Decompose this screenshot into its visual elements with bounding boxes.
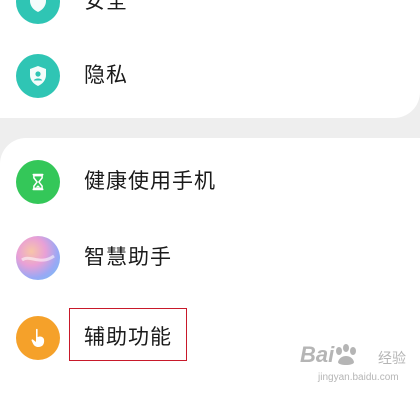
settings-item-label: 智慧助手 bbox=[84, 245, 172, 269]
security-icon bbox=[16, 0, 60, 24]
settings-item-security[interactable]: 安全 bbox=[0, 0, 420, 30]
settings-item-label: 安全 bbox=[84, 0, 128, 13]
watermark: Bai 经验 jingyan.baidu.com bbox=[300, 342, 410, 392]
privacy-shield-icon bbox=[16, 54, 60, 98]
hourglass-icon bbox=[16, 160, 60, 204]
settings-item-label: 辅助功能 bbox=[84, 325, 172, 349]
accessibility-hand-icon bbox=[16, 316, 60, 360]
settings-item-digital-balance[interactable]: 健康使用手机 bbox=[0, 154, 420, 210]
settings-item-privacy[interactable]: 隐私 bbox=[0, 48, 420, 104]
settings-item-label: 健康使用手机 bbox=[84, 169, 216, 193]
paw-icon bbox=[332, 344, 360, 372]
watermark-url: jingyan.baidu.com bbox=[318, 372, 399, 383]
watermark-sub: 经验 bbox=[378, 351, 406, 367]
smart-assistant-icon bbox=[16, 236, 60, 280]
settings-item-smart-assistant[interactable]: 智慧助手 bbox=[0, 230, 420, 286]
settings-item-label: 隐私 bbox=[84, 63, 128, 87]
watermark-brand: Bai bbox=[300, 342, 335, 367]
